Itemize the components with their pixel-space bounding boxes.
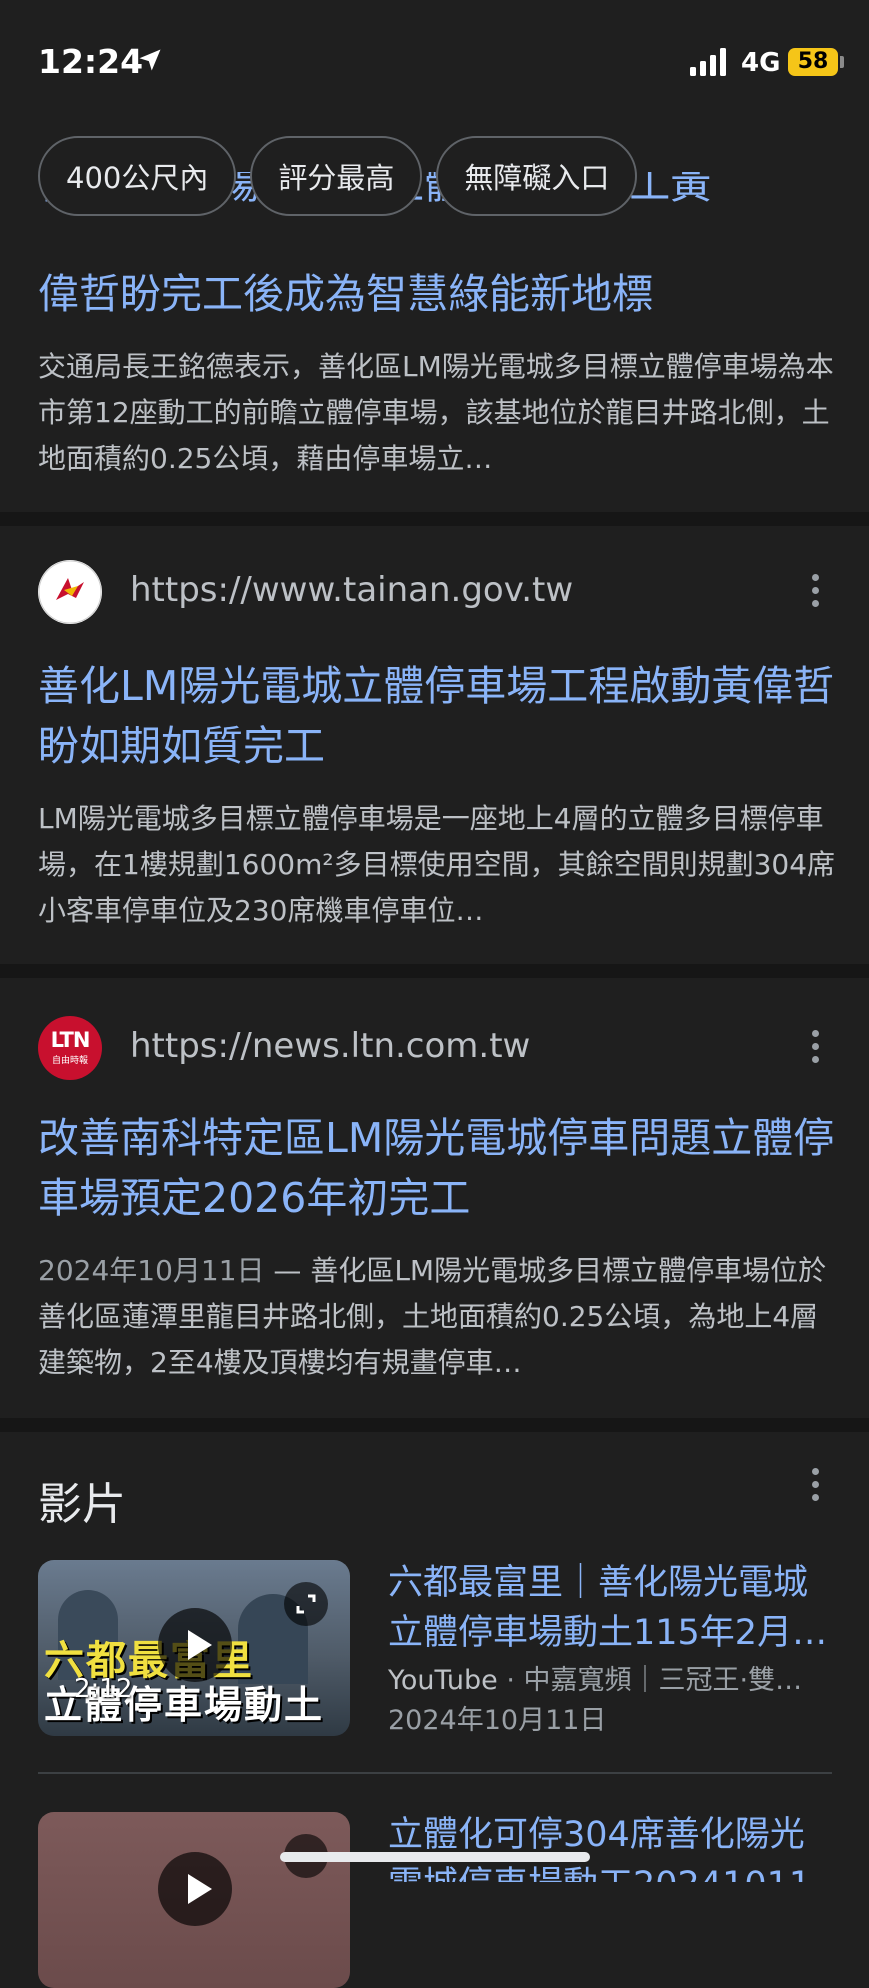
result-url[interactable]: https://news.ltn.com.tw (130, 1026, 530, 1066)
result-date: 2024年10月11日 (38, 1254, 265, 1287)
search-result-card: LTN 自由時報 https://news.ltn.com.tw 改善南科特定區… (0, 978, 869, 1418)
location-arrow-icon (139, 49, 161, 71)
favicon-sublabel: 自由時報 (51, 1056, 88, 1066)
card-divider (0, 1418, 869, 1432)
tainan-gov-favicon-icon (38, 560, 102, 624)
more-options-icon[interactable] (805, 1030, 825, 1070)
filter-chips: 400公尺內 評分最高 無障礙入口 (38, 136, 638, 218)
expand-icon[interactable] (284, 1582, 328, 1626)
video-meta: YouTube · 中嘉寬頻｜三冠王·雙… (388, 1662, 838, 1700)
search-result-card: https://www.tainan.gov.tw 善化LM陽光電城立體停車場工… (0, 526, 869, 964)
video-duration: 2:12 (74, 1674, 133, 1704)
section-title: 影片 (38, 1479, 126, 1530)
result-title[interactable]: 偉哲盼完工後成為智慧綠能新地標 (38, 264, 838, 324)
result-snippet: LM陽光電城多目標立體停車場是一座地上4層的立體多目標停車場，在1樓規劃1600… (38, 802, 836, 927)
result-title[interactable]: 改善南科特定區LM陽光電城停車問題立體停車場預定2026年初完工 (38, 1108, 838, 1228)
video-thumbnail[interactable] (38, 1812, 350, 1988)
battery-tip (840, 56, 844, 68)
card-divider (0, 512, 869, 526)
video-thumbnail[interactable]: 六都最富里 立體停車場動土 2:12 (38, 1560, 350, 1736)
chip-within-400m[interactable]: 400公尺內 (38, 136, 237, 216)
result-snippet: 交通局長王銘德表示，善化區LM陽光電城多目標立體停車場為本市第12座動工的前瞻立… (38, 350, 834, 475)
favicon-label: LTN (50, 1028, 91, 1052)
search-result-card: 善化區LM陽光電城立體停車場動工黃 偉哲盼完工後成為智慧綠能新地標 交通局長王銘… (0, 172, 869, 512)
network-type: 4G (741, 48, 781, 78)
cellular-signal-icon (690, 48, 726, 76)
status-bar: 12:24 4G 58 (0, 0, 869, 120)
ltn-favicon-icon: LTN 自由時報 (38, 1016, 102, 1080)
result-title[interactable]: 善化LM陽光電城立體停車場工程啟動黃偉哲盼如期如質完工 (38, 656, 838, 776)
battery-icon: 58 (788, 48, 838, 76)
video-source: YouTube (388, 1665, 498, 1696)
videos-section: 影片 六都最富里 立體停車場動土 2:12 六都最富里｜善化陽光電城立體停車場動… (0, 1432, 869, 1988)
more-options-icon[interactable] (805, 574, 825, 614)
video-separator (38, 1772, 832, 1774)
card-divider (0, 964, 869, 978)
play-icon[interactable] (158, 1608, 232, 1682)
play-icon[interactable] (158, 1852, 232, 1926)
more-options-icon[interactable] (805, 1468, 825, 1508)
video-title[interactable]: 立體化可停304席善化陽光電城停車場動工20241011 (388, 1810, 838, 1882)
status-time: 12:24 (38, 42, 144, 81)
chip-wheelchair-accessible[interactable]: 無障礙入口 (436, 136, 638, 216)
result-url[interactable]: https://www.tainan.gov.tw (130, 570, 573, 610)
video-date: 2024年10月11日 (388, 1705, 607, 1736)
video-title[interactable]: 六都最富里｜善化陽光電城立體停車場動土115年2月… (388, 1558, 838, 1658)
chip-top-rated[interactable]: 評分最高 (250, 136, 423, 216)
home-indicator (280, 1852, 590, 1862)
video-channel: · 中嘉寬頻｜三冠王·雙… (497, 1665, 803, 1696)
result-snippet: 2024年10月11日 — 善化區LM陽光電城多目標立體停車場位於善化區蓮潭里龍… (38, 1248, 838, 1386)
